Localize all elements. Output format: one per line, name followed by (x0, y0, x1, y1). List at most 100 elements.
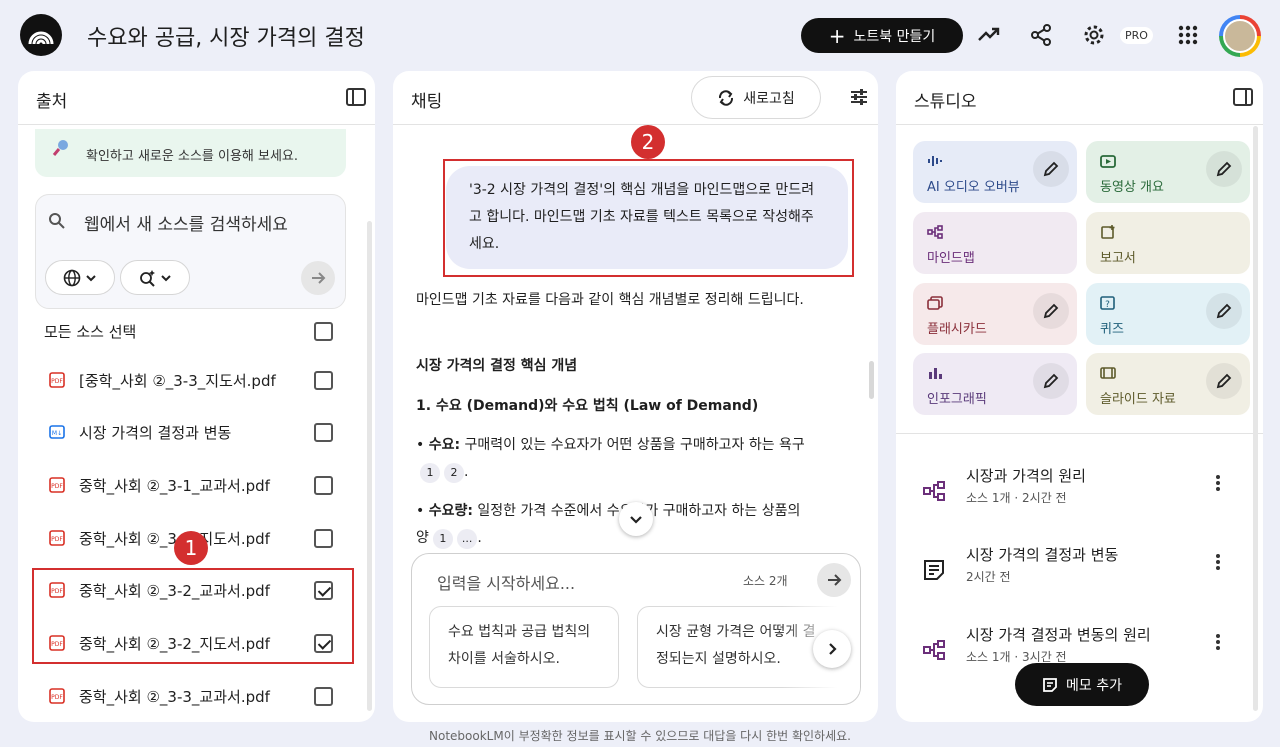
search-sparkle-icon (52, 139, 70, 161)
collapse-panel-icon[interactable] (1233, 88, 1253, 106)
studio-tile-infographic[interactable]: 인포그래픽 (913, 353, 1077, 415)
chat-input[interactable]: 입력을 시작하세요... (437, 570, 575, 594)
apps-grid-icon[interactable] (1175, 22, 1201, 48)
new-notebook-label: 노트북 만들기 (853, 28, 936, 45)
tune-settings-icon[interactable] (849, 87, 869, 107)
edit-pencil-icon[interactable] (1206, 151, 1242, 187)
citation-chip[interactable]: 1 (432, 529, 453, 549)
citation-chip[interactable]: 2 (444, 463, 464, 483)
sources-header: 출처 (18, 71, 375, 125)
refresh-label: 새로고침 (743, 90, 795, 107)
studio-tile-video-overview[interactable]: 동영상 개요 (1086, 141, 1250, 203)
studio-tile-flashcard[interactable]: 플래시카드 (913, 283, 1077, 345)
web-search-input[interactable]: 웹에서 새 소스를 검색하세요 (84, 210, 288, 235)
step-marker-1: 1 (174, 531, 208, 565)
sources-scrollbar[interactable] (367, 221, 372, 711)
studio-divider (896, 433, 1263, 434)
tile-label: 보고서 (1100, 251, 1136, 266)
research-mode-dropdown[interactable] (120, 260, 190, 295)
source-checkbox[interactable] (314, 687, 333, 706)
chat-scrollbar[interactable] (869, 361, 874, 399)
next-suggestions-button[interactable] (813, 630, 851, 668)
source-item[interactable]: PDF 중학_사회 ②_3-3_교과서.pdf (18, 671, 358, 721)
source-checkbox[interactable] (314, 476, 333, 495)
svg-text:PDF: PDF (51, 694, 63, 701)
analytics-icon[interactable] (976, 22, 1002, 48)
top-bar: 수요와 공급, 시장 가격의 결정 + 노트북 만들기 PRO (0, 0, 1280, 70)
citation-chip[interactable]: 1 (420, 463, 440, 483)
response-bullet-demand: • 수요: 구매력이 있는 수요자가 어떤 상품을 구매하고자 하는 욕구1 2. (416, 432, 816, 486)
bullet-term: 수요량: (428, 503, 473, 519)
source-checkbox[interactable] (314, 529, 333, 548)
notebook-title[interactable]: 수요와 공급, 시장 가격의 결정 (87, 20, 365, 52)
tile-label: 인포그래픽 (927, 392, 987, 407)
search-submit-button[interactable] (301, 261, 335, 295)
notebooklm-logo-icon[interactable] (20, 14, 62, 56)
source-checkbox[interactable] (314, 423, 333, 442)
new-notebook-button[interactable]: + 노트북 만들기 (801, 18, 963, 53)
edit-pencil-icon[interactable] (1033, 293, 1069, 329)
source-item-label: 중학_사회 ②_3-1_교과서.pdf (79, 477, 270, 495)
citation-chip[interactable]: ... (456, 529, 478, 549)
tile-label: 플래시카드 (927, 322, 987, 337)
suggested-question[interactable]: 수요 법칙과 공급 법칙의 차이를 서술하시오. (429, 606, 619, 688)
add-memo-label: 메모 추가 (1066, 677, 1122, 694)
more-vert-icon[interactable] (1214, 552, 1222, 572)
pdf-icon: PDF (49, 372, 65, 388)
avatar-image (1223, 19, 1257, 53)
source-item[interactable]: PDF [중학_사회 ②_3-3_지도서.pdf (18, 355, 358, 405)
pro-badge: PRO (1120, 27, 1153, 44)
studio-panel: 스튜디오 AI 오디오 오버뷰 동영상 개요 마인드맵 보고서 플래시카드 ? … (896, 71, 1263, 722)
svg-text:PDF: PDF (51, 378, 63, 385)
response-bullet-quantity: • 수요량: 일정한 가격 수준에서 수요자가 구매하고자 하는 상품의 양1.… (416, 498, 816, 552)
scroll-down-button[interactable] (619, 502, 653, 536)
studio-note-item[interactable]: 시장과 가격의 원리 소스 1개 · 2시간 전 (896, 463, 1246, 523)
chevron-down-icon (630, 516, 642, 524)
avatar[interactable] (1219, 15, 1261, 57)
infographic-icon (927, 365, 943, 379)
collapse-panel-icon[interactable] (346, 88, 366, 106)
studio-tile-report[interactable]: 보고서 (1086, 212, 1250, 274)
tile-label: AI 오디오 오버뷰 (927, 180, 1020, 195)
share-icon[interactable] (1028, 22, 1054, 48)
response-section: 1. 수요 (Demand)와 수요 법칙 (Law of Demand) (416, 398, 759, 414)
gear-icon[interactable] (1081, 22, 1107, 48)
select-all-row[interactable]: 모든 소스 선택 (18, 306, 358, 356)
highlight-box-selected-sources (32, 568, 354, 664)
search-icon (48, 212, 66, 234)
web-source-dropdown[interactable] (45, 260, 115, 295)
studio-tile-audio-overview[interactable]: AI 오디오 오버뷰 (913, 141, 1077, 203)
studio-scrollbar[interactable] (1253, 126, 1258, 711)
select-all-label: 모든 소스 선택 (44, 323, 137, 341)
source-checkbox[interactable] (314, 371, 333, 390)
studio-tile-slides[interactable]: 슬라이드 자료 (1086, 353, 1250, 415)
mindmap-icon (927, 224, 943, 239)
source-item[interactable]: PDF 중학_사회 ②_3-1_교과서.pdf (18, 460, 358, 510)
send-button[interactable] (817, 563, 851, 597)
studio-tile-quiz[interactable]: ? 퀴즈 (1086, 283, 1250, 345)
report-icon (1100, 224, 1116, 239)
more-vert-icon[interactable] (1214, 473, 1222, 493)
studio-tile-mindmap[interactable]: 마인드맵 (913, 212, 1077, 274)
edit-pencil-icon[interactable] (1033, 363, 1069, 399)
refresh-icon (719, 89, 734, 106)
refresh-button[interactable]: 새로고침 (691, 76, 821, 119)
chevron-down-icon (86, 274, 96, 281)
source-item[interactable]: M↓ 시장 가격의 결정과 변동 (18, 407, 358, 457)
add-memo-button[interactable]: 메모 추가 (1015, 663, 1149, 706)
chat-header: 채팅 새로고침 (393, 71, 878, 125)
studio-note-item[interactable]: 시장 가격의 결정과 변동 2시간 전 (896, 542, 1246, 602)
select-all-checkbox[interactable] (314, 322, 333, 341)
pdf-icon: PDF (49, 477, 65, 493)
svg-text:PDF: PDF (51, 536, 63, 543)
edit-pencil-icon[interactable] (1033, 151, 1069, 187)
response-intro: 마인드맵 기초 자료를 다음과 같이 핵심 개념별로 정리해 드립니다. (416, 292, 804, 308)
markdown-icon: M↓ (49, 424, 65, 440)
svg-text:M↓: M↓ (52, 430, 62, 437)
tile-label: 슬라이드 자료 (1100, 392, 1176, 407)
step-marker-2: 2 (631, 125, 665, 159)
edit-pencil-icon[interactable] (1206, 363, 1242, 399)
slides-icon (1100, 365, 1116, 379)
edit-pencil-icon[interactable] (1206, 293, 1242, 329)
more-vert-icon[interactable] (1214, 632, 1222, 652)
